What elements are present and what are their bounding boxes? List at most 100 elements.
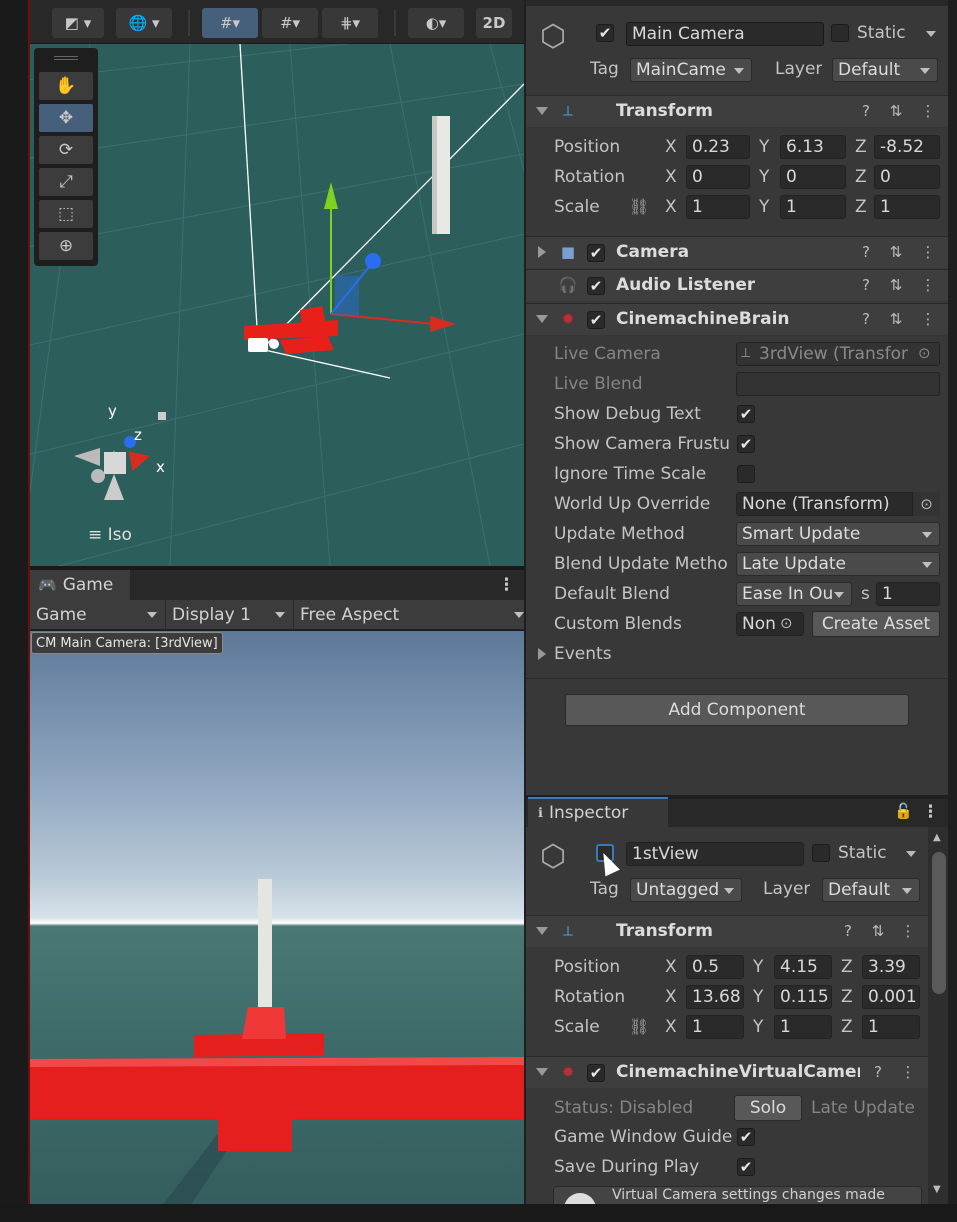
transform-header[interactable]: ⟂ Transform ? ⇅ ⋮ bbox=[526, 95, 948, 127]
fold-open-icon[interactable] bbox=[536, 107, 548, 115]
tag-dropdown[interactable]: Untagged bbox=[630, 878, 742, 902]
component-menu-icon[interactable]: ⋮ bbox=[918, 309, 938, 329]
rotation-z-field[interactable]: 0.001 bbox=[862, 985, 920, 1009]
game-viewport[interactable] bbox=[30, 631, 524, 1204]
presets-icon[interactable]: ⇅ bbox=[886, 101, 906, 121]
increment-snap-icon[interactable]: #▾ bbox=[262, 8, 318, 38]
update-method-dropdown[interactable]: Smart Update bbox=[736, 522, 940, 546]
scene-viewport[interactable]: y z x bbox=[30, 44, 524, 566]
axis-x-label[interactable]: X bbox=[665, 987, 677, 1007]
globe-icon[interactable]: 🌐 ▾ bbox=[116, 8, 172, 38]
component-menu-icon[interactable]: ⋮ bbox=[918, 275, 938, 295]
scale-y-field[interactable]: 1 bbox=[780, 195, 846, 219]
presets-icon[interactable]: ⇅ bbox=[868, 921, 888, 941]
layer-dropdown[interactable]: Default bbox=[832, 58, 938, 82]
axis-z-label[interactable]: Z bbox=[841, 1017, 853, 1037]
presets-icon[interactable]: ⇅ bbox=[886, 309, 906, 329]
component-menu-icon[interactable]: ⋮ bbox=[898, 921, 918, 941]
display-dropdown[interactable]: Display 1 bbox=[166, 600, 294, 630]
draw-mode-icon[interactable]: ◩ ▾ bbox=[52, 8, 104, 38]
scale-tool-icon[interactable]: ⤢ bbox=[39, 168, 93, 196]
presets-icon[interactable]: ⇅ bbox=[886, 275, 906, 295]
scale-z-field[interactable]: 1 bbox=[874, 195, 940, 219]
show-frustum-checkbox[interactable] bbox=[737, 435, 755, 453]
help-icon[interactable]: ? bbox=[838, 921, 858, 941]
axis-y-label[interactable]: Y bbox=[753, 1017, 763, 1037]
chevron-down-icon[interactable] bbox=[926, 31, 936, 37]
scale-y-field[interactable]: 1 bbox=[774, 1015, 832, 1039]
game-tab-menu-icon[interactable]: ⋮ bbox=[498, 575, 515, 595]
constrain-proportions-icon[interactable]: ⛓ bbox=[629, 1017, 649, 1036]
static-checkbox[interactable] bbox=[831, 24, 849, 42]
ignore-time-scale-checkbox[interactable] bbox=[737, 465, 755, 483]
tab-inspector[interactable]: ℹ Inspector bbox=[528, 797, 668, 827]
tag-dropdown[interactable]: MainCame bbox=[630, 58, 752, 82]
object-picker-icon[interactable]: ⊙ bbox=[912, 492, 940, 516]
scroll-down-icon[interactable]: ▼ bbox=[933, 1184, 941, 1195]
rotation-x-field[interactable]: 0 bbox=[686, 165, 750, 189]
rect-tool-icon[interactable]: ⬚ bbox=[39, 200, 93, 228]
axis-z-label[interactable]: Z bbox=[841, 957, 853, 977]
game-window-guides-checkbox[interactable] bbox=[737, 1128, 755, 1146]
grid-visibility-icon[interactable]: ⋕▾ bbox=[322, 8, 378, 38]
palette-handle[interactable] bbox=[54, 56, 78, 60]
aspect-dropdown[interactable]: Free Aspect bbox=[294, 600, 524, 630]
rotation-z-field[interactable]: 0 bbox=[874, 165, 940, 189]
axis-y-label[interactable]: Y bbox=[759, 167, 769, 187]
brain-enabled-checkbox[interactable] bbox=[587, 311, 605, 329]
tab-menu-icon[interactable]: ⋮ bbox=[922, 802, 939, 822]
help-icon[interactable]: ? bbox=[868, 1062, 888, 1082]
object-name-field[interactable]: Main Camera bbox=[626, 22, 824, 46]
object-picker-icon[interactable]: ⊙ bbox=[780, 614, 793, 632]
axis-z-label[interactable]: Z bbox=[841, 987, 853, 1007]
move-tool-icon[interactable]: ✥ bbox=[39, 104, 93, 132]
cinemachine-brain-header[interactable]: ✹ CinemachineBrain ? ⇅ ⋮ bbox=[526, 303, 948, 335]
scale-z-field[interactable]: 1 bbox=[862, 1015, 920, 1039]
presets-icon[interactable]: ⇅ bbox=[886, 242, 906, 262]
help-icon[interactable]: ? bbox=[856, 101, 876, 121]
create-asset-button[interactable]: Create Asset bbox=[812, 611, 940, 637]
events-foldout[interactable]: Events bbox=[554, 644, 612, 664]
axis-x-label[interactable]: X bbox=[665, 1017, 677, 1037]
default-blend-dropdown[interactable]: Ease In Ou bbox=[736, 582, 852, 606]
scale-x-field[interactable]: 1 bbox=[686, 1015, 744, 1039]
position-y-field[interactable]: 6.13 bbox=[780, 135, 846, 159]
help-icon[interactable]: ? bbox=[856, 309, 876, 329]
custom-blends-field[interactable]: Non bbox=[736, 612, 804, 636]
blend-update-method-dropdown[interactable]: Late Update bbox=[736, 552, 940, 576]
add-component-button[interactable]: Add Component bbox=[565, 694, 909, 726]
rotation-y-field[interactable]: 0.115 bbox=[774, 985, 832, 1009]
transform-header[interactable]: ⟂ Transform ? ⇅ ⋮ bbox=[526, 915, 928, 947]
vcam-enabled-checkbox[interactable] bbox=[587, 1064, 605, 1082]
position-y-field[interactable]: 4.15 bbox=[774, 955, 832, 979]
active-checkbox[interactable] bbox=[596, 24, 614, 42]
hand-tool-icon[interactable]: ✋ bbox=[39, 72, 93, 100]
scroll-up-icon[interactable]: ▲ bbox=[933, 832, 941, 843]
axis-x-label[interactable]: X bbox=[665, 197, 677, 217]
position-z-field[interactable]: -8.52 bbox=[874, 135, 940, 159]
fold-open-icon[interactable] bbox=[536, 1068, 548, 1076]
shading-mode-icon[interactable]: ◐▾ bbox=[408, 8, 464, 38]
2d-toggle-button[interactable]: 2D bbox=[476, 8, 512, 38]
rotation-y-field[interactable]: 0 bbox=[780, 165, 846, 189]
help-icon[interactable]: ? bbox=[856, 275, 876, 295]
blend-time-field[interactable]: 1 bbox=[876, 582, 940, 606]
position-x-field[interactable]: 0.5 bbox=[686, 955, 744, 979]
axis-x-label[interactable]: X bbox=[665, 167, 677, 187]
axis-y-label[interactable]: Y bbox=[759, 197, 769, 217]
layer-dropdown[interactable]: Default bbox=[822, 878, 920, 902]
tab-game[interactable]: 🎮 Game bbox=[30, 570, 130, 600]
fold-open-icon[interactable] bbox=[536, 315, 548, 323]
show-debug-text-checkbox[interactable] bbox=[737, 405, 755, 423]
constrain-proportions-icon[interactable]: ⛓ bbox=[629, 197, 649, 216]
audio-listener-header[interactable]: 🎧 Audio Listener ? ⇅ ⋮ bbox=[526, 269, 948, 301]
axis-y-label[interactable]: Y bbox=[759, 137, 769, 157]
static-checkbox[interactable] bbox=[812, 844, 830, 862]
lock-icon[interactable]: 🔓 bbox=[894, 802, 913, 820]
component-menu-icon[interactable]: ⋮ bbox=[898, 1062, 918, 1082]
axis-z-label[interactable]: Z bbox=[855, 167, 867, 187]
scale-x-field[interactable]: 1 bbox=[686, 195, 750, 219]
axis-z-label[interactable]: Z bbox=[855, 137, 867, 157]
position-x-field[interactable]: 0.23 bbox=[686, 135, 750, 159]
axis-x-label[interactable]: X bbox=[665, 137, 677, 157]
